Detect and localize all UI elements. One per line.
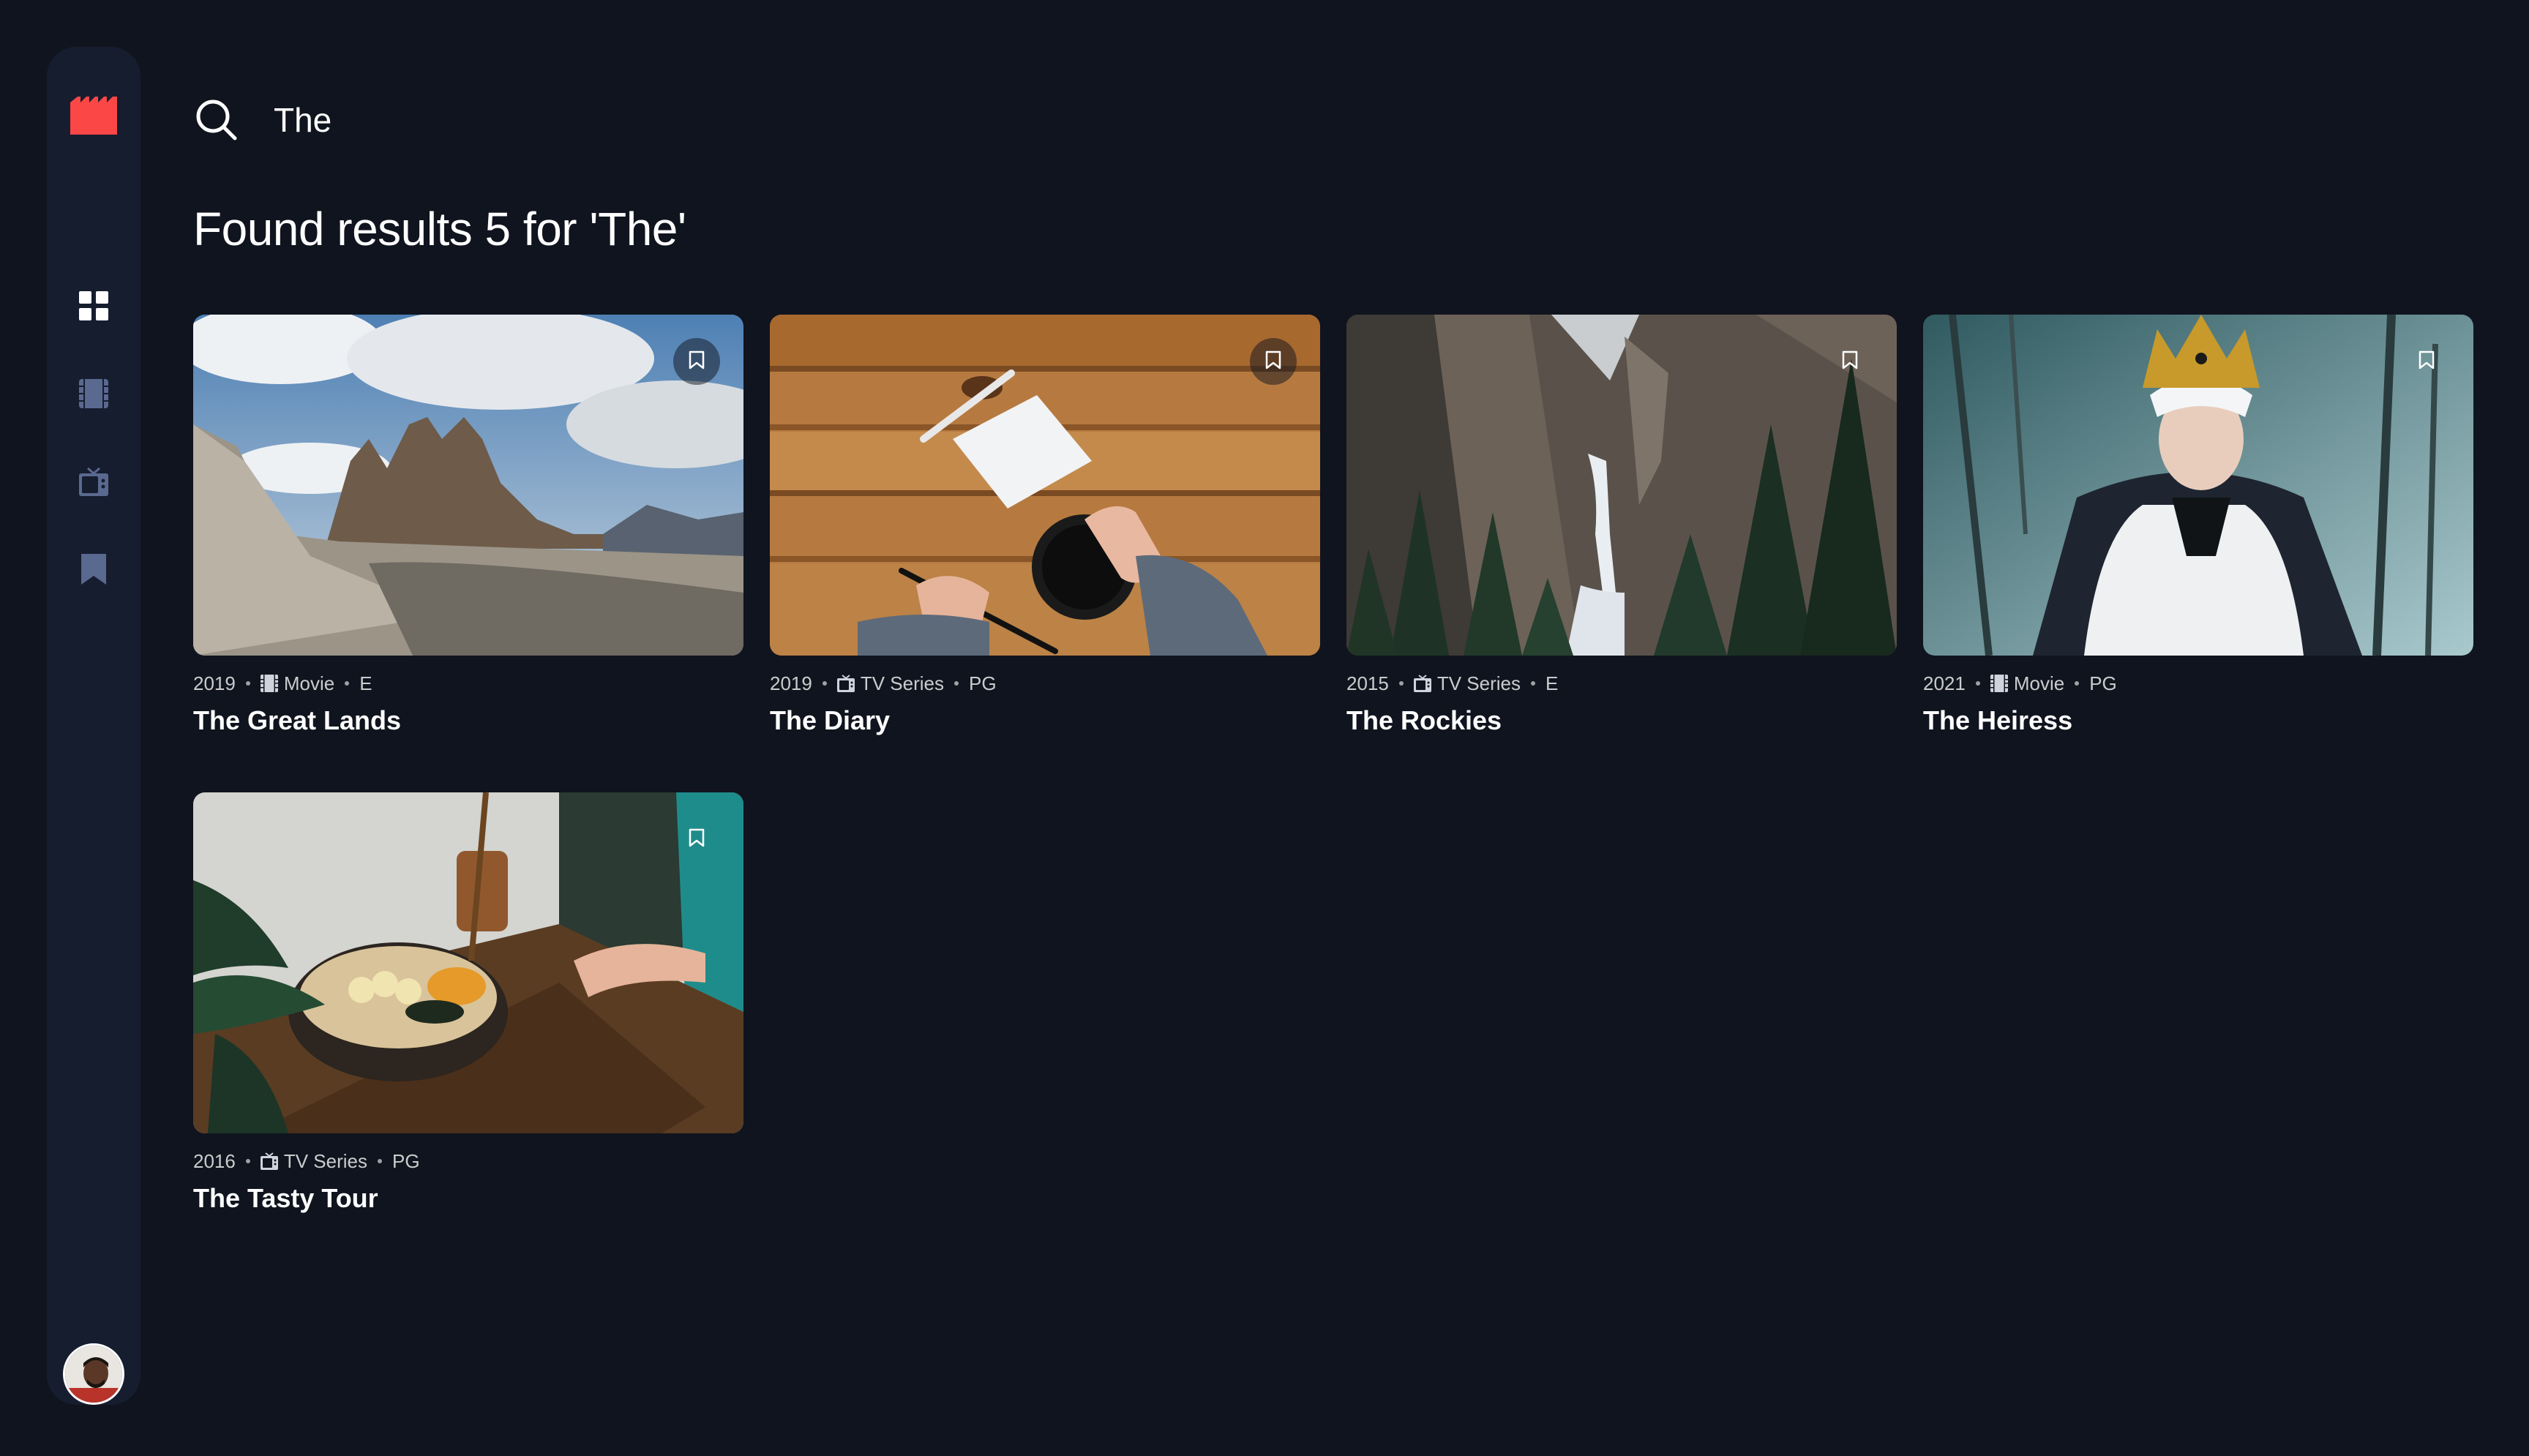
thumbnail[interactable] bbox=[193, 315, 743, 656]
tv-icon bbox=[836, 675, 855, 692]
category: TV Series bbox=[283, 1149, 367, 1172]
thumbnail[interactable] bbox=[1923, 315, 2473, 656]
card-meta: 2015 TV Series E bbox=[1346, 672, 1897, 695]
separator-dot bbox=[954, 681, 959, 686]
card-meta: 2016 TV Series PG bbox=[193, 1149, 743, 1173]
separator-dot bbox=[378, 1159, 382, 1163]
result-card[interactable]: 2019 Movie E The Great Lands bbox=[193, 315, 743, 736]
card-meta: 2021 Movie PG bbox=[1923, 672, 2473, 695]
rating: PG bbox=[2089, 672, 2117, 694]
tv-icon bbox=[260, 1152, 278, 1170]
thumbnail-queen bbox=[1923, 315, 2473, 656]
film-icon bbox=[79, 378, 108, 412]
year: 2019 bbox=[193, 672, 236, 694]
film-icon bbox=[1990, 675, 2008, 692]
year: 2021 bbox=[1923, 672, 1966, 694]
separator-dot bbox=[822, 681, 827, 686]
result-card[interactable]: 2016 TV Series PG The Tasty Tour bbox=[193, 792, 743, 1214]
card-title[interactable]: The Rockies bbox=[1346, 705, 1897, 736]
thumbnail[interactable] bbox=[1346, 315, 1897, 656]
result-card[interactable]: 2015 TV Series E The Rockies bbox=[1346, 315, 1897, 736]
separator-dot bbox=[2075, 681, 2080, 686]
thumbnail[interactable] bbox=[770, 315, 1320, 656]
bookmark-outline-icon bbox=[689, 350, 705, 373]
category: Movie bbox=[283, 672, 335, 694]
film-clapper-icon[interactable] bbox=[70, 97, 117, 135]
nav-tv-series[interactable] bbox=[76, 465, 111, 500]
nav-movies[interactable] bbox=[76, 378, 111, 413]
separator-dot bbox=[245, 681, 250, 686]
card-title[interactable]: The Tasty Tour bbox=[193, 1183, 743, 1214]
category: TV Series bbox=[860, 672, 944, 694]
card-title[interactable]: The Diary bbox=[770, 705, 1320, 736]
grid-icon bbox=[79, 290, 108, 324]
separator-dot bbox=[345, 681, 350, 686]
rating: PG bbox=[392, 1149, 420, 1172]
separator-dot bbox=[245, 1159, 250, 1163]
bookmark-button[interactable] bbox=[1826, 338, 1873, 385]
thumbnail[interactable] bbox=[193, 792, 743, 1133]
card-title[interactable]: The Great Lands bbox=[193, 705, 743, 736]
search-input[interactable] bbox=[274, 94, 1152, 146]
bookmark-outline-icon bbox=[689, 828, 705, 851]
nav-home[interactable] bbox=[76, 290, 111, 325]
tv-icon bbox=[79, 467, 108, 500]
card-title[interactable]: The Heiress bbox=[1923, 705, 2473, 736]
avatar[interactable] bbox=[63, 1343, 124, 1405]
thumbnail-desk bbox=[770, 315, 1320, 656]
nav-bookmarks[interactable] bbox=[76, 553, 111, 588]
year: 2015 bbox=[1346, 672, 1389, 694]
bookmark-button[interactable] bbox=[673, 816, 720, 863]
separator-dot bbox=[1398, 681, 1404, 686]
search-icon[interactable] bbox=[195, 98, 239, 142]
card-meta: 2019 TV Series PG bbox=[770, 672, 1320, 695]
year: 2016 bbox=[193, 1149, 236, 1172]
category: Movie bbox=[2013, 672, 2065, 694]
result-card[interactable]: 2021 Movie PG The Heiress bbox=[1923, 315, 2473, 736]
result-card[interactable]: 2019 TV Series PG The Diary bbox=[770, 315, 1320, 736]
rating: E bbox=[359, 672, 372, 694]
sidebar bbox=[47, 47, 140, 1405]
bookmark-button[interactable] bbox=[2403, 338, 2450, 385]
rating: PG bbox=[969, 672, 997, 694]
thumbnail-food-bowl bbox=[193, 792, 743, 1133]
bookmark-button[interactable] bbox=[1250, 338, 1297, 385]
thumbnail-waterfall bbox=[1346, 315, 1897, 656]
bookmark-outline-icon bbox=[2419, 350, 2435, 373]
bookmark-icon bbox=[81, 553, 106, 588]
separator-dot bbox=[1531, 681, 1535, 686]
bookmark-button[interactable] bbox=[673, 338, 720, 385]
category: TV Series bbox=[1436, 672, 1521, 694]
tv-icon bbox=[1413, 675, 1431, 692]
rating: E bbox=[1546, 672, 1559, 694]
separator-dot bbox=[1975, 681, 1980, 686]
results-heading: Found results 5 for 'The' bbox=[193, 203, 686, 255]
film-icon bbox=[260, 675, 278, 692]
year: 2019 bbox=[770, 672, 812, 694]
bookmark-outline-icon bbox=[1842, 350, 1858, 373]
bookmark-outline-icon bbox=[1265, 350, 1281, 373]
thumbnail-mountains bbox=[193, 315, 743, 656]
card-meta: 2019 Movie E bbox=[193, 672, 743, 695]
